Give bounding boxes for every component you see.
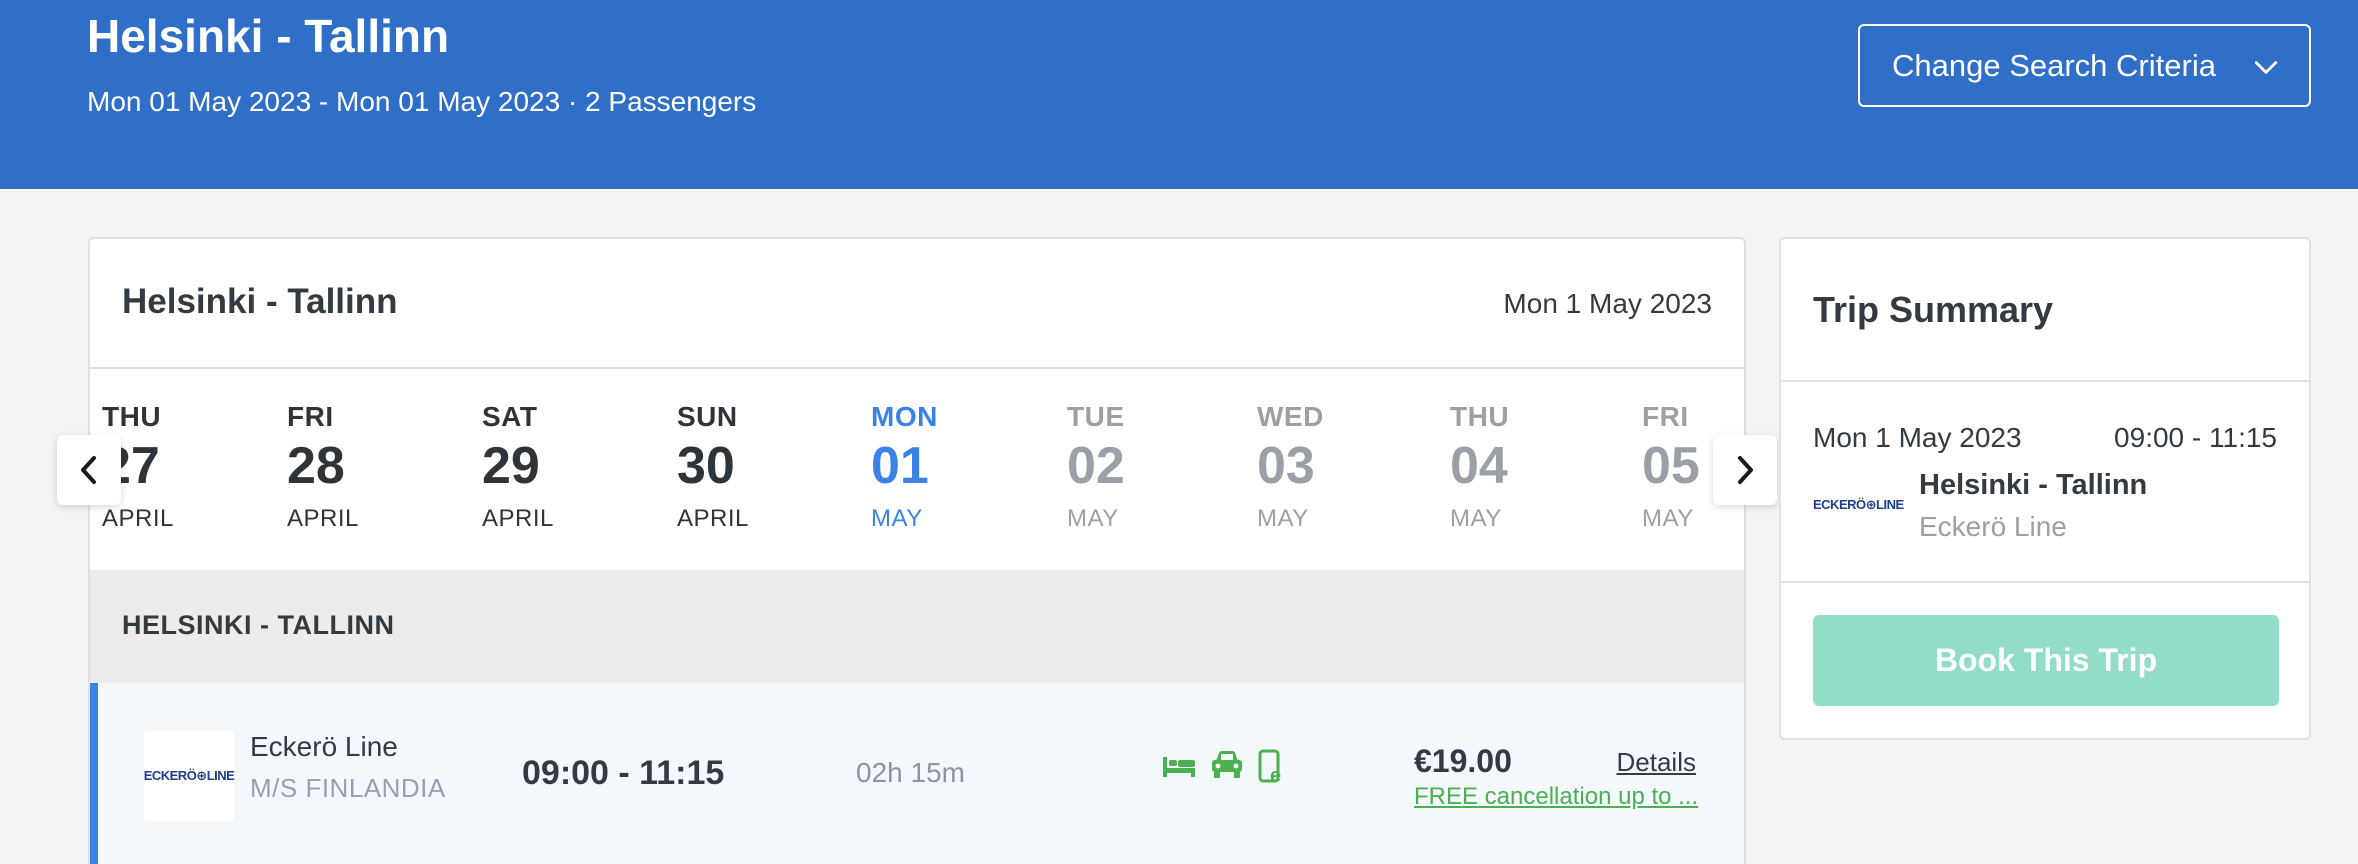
summary-operator: Eckerö Line [1919,511,2067,542]
date-weekday: SAT [482,401,538,432]
sailing-result-row[interactable]: ECKERÖ⊕LINE Eckerö Line M/S FINLANDIA 09… [90,683,1744,864]
date-month: MAY [1067,505,1119,532]
date-month: APRIL [287,505,359,532]
fare-price: €19.00 [1414,743,1512,779]
change-search-criteria-button[interactable]: Change Search Criteria [1858,24,2311,107]
e-ticket-icon: e [1258,749,1281,785]
route-subtitle: Mon 01 May 2023 - Mon 01 May 2023 · 2 Pa… [87,86,757,117]
svg-text:e: e [1270,765,1281,785]
book-trip-button[interactable]: Book This Trip [1813,615,2279,706]
date-day: 30 [677,437,735,495]
results-panel: Helsinki - Tallinn Mon 1 May 2023 THU 27… [88,237,1746,864]
chevron-left-icon [81,456,96,484]
date-tab-1[interactable]: FRI 28 APRIL [287,400,407,534]
chevron-down-icon [2254,61,2278,74]
summary-time: 09:00 - 11:15 [2114,422,2277,453]
date-selector: THU 27 APRIL FRI 28 APRIL SAT 29 APRIL S… [90,370,1744,570]
summary-route: Helsinki - Tallinn [1919,469,2148,501]
date-weekday: TUE [1067,401,1125,432]
vessel-name: M/S FINLANDIA [250,773,446,803]
date-tab-3[interactable]: SUN 30 APRIL [677,400,797,534]
route-section-label: HELSINKI - TALLINN [122,610,395,640]
date-day: 02 [1067,437,1125,495]
date-weekday: FRI [287,401,334,432]
details-link[interactable]: Details [1617,747,1696,778]
date-day: 28 [287,437,345,495]
date-day: 29 [482,437,540,495]
date-tab-2[interactable]: SAT 29 APRIL [482,400,602,534]
bed-icon [1163,757,1195,777]
date-month: MAY [1642,505,1694,532]
date-weekday: FRI [1642,401,1689,432]
date-day: 01 [871,437,929,495]
date-tab-6[interactable]: WED 03 MAY [1257,400,1377,534]
divider [1781,581,2309,583]
panel-header: Helsinki - Tallinn Mon 1 May 2023 [90,239,1744,369]
date-month: MAY [1450,505,1502,532]
route-section-header: HELSINKI - TALLINN [90,570,1744,683]
trip-summary-card: Trip Summary Mon 1 May 2023 09:00 - 11:1… [1779,237,2311,740]
header-bar: Helsinki - Tallinn Mon 01 May 2023 - Mon… [0,0,2358,189]
departure-arrival-times: 09:00 - 11:15 [522,754,725,792]
date-month: MAY [871,505,923,532]
date-weekday: WED [1257,401,1324,432]
next-dates-button[interactable] [1713,435,1777,505]
trip-duration: 02h 15m [856,757,965,788]
date-weekday: MON [871,401,938,432]
panel-title: Helsinki - Tallinn [122,282,398,321]
operator-name: Eckerö Line [250,731,398,762]
date-month: APRIL [482,505,554,532]
summary-date: Mon 1 May 2023 [1813,422,2022,453]
date-day: 03 [1257,437,1315,495]
date-tab-4[interactable]: MON 01 MAY [871,400,991,534]
date-tab-7[interactable]: THU 04 MAY [1450,400,1570,534]
summary-operator-logo: ECKERÖ⊕LINE [1813,497,1904,512]
date-tab-5[interactable]: TUE 02 MAY [1067,400,1187,534]
divider [1781,380,2309,382]
date-weekday: THU [1450,401,1510,432]
change-search-label: Change Search Criteria [1892,47,2216,83]
panel-date: Mon 1 May 2023 [1503,288,1712,319]
date-weekday: THU [102,401,162,432]
amenity-icons: e [1162,749,1288,785]
free-cancellation-link[interactable]: FREE cancellation up to ... [1414,783,1709,811]
route-title: Helsinki - Tallinn [87,10,450,62]
previous-dates-button[interactable] [57,435,121,505]
chevron-right-icon [1738,456,1753,484]
date-month: APRIL [677,505,749,532]
operator-logo-text: ECKERÖ⊕LINE [143,768,235,783]
operator-logo: ECKERÖ⊕LINE [143,731,235,821]
car-icon [1212,751,1242,778]
date-weekday: SUN [677,401,738,432]
date-day: 04 [1450,437,1508,495]
trip-summary-title: Trip Summary [1813,289,2054,330]
date-month: APRIL [102,505,174,532]
date-month: MAY [1257,505,1309,532]
